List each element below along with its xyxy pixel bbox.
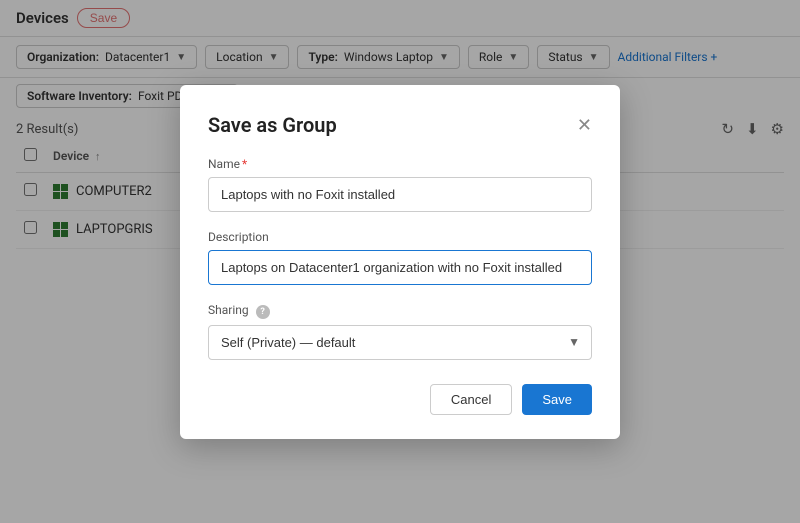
- page-background: Devices Save Organization: Datacenter1 ▼…: [0, 0, 800, 523]
- name-required: *: [242, 157, 247, 171]
- modal-overlay: Save as Group ✕ Name* Description Sharin…: [0, 0, 800, 523]
- sharing-help-icon[interactable]: ?: [256, 305, 270, 319]
- form-group-sharing: Sharing ? Self (Private) — default All U…: [208, 303, 592, 360]
- name-label: Name*: [208, 157, 592, 171]
- modal-footer: Cancel Save: [208, 384, 592, 415]
- save-button[interactable]: Save: [522, 384, 592, 415]
- cancel-button[interactable]: Cancel: [430, 384, 512, 415]
- name-input[interactable]: [208, 177, 592, 212]
- modal-header: Save as Group ✕: [208, 113, 592, 137]
- description-label: Description: [208, 230, 592, 244]
- sharing-label: Sharing ?: [208, 303, 592, 319]
- form-group-name: Name*: [208, 157, 592, 212]
- sharing-select[interactable]: Self (Private) — default All Users Custo…: [208, 325, 592, 360]
- modal-close-button[interactable]: ✕: [577, 116, 592, 134]
- modal-title: Save as Group: [208, 113, 337, 137]
- save-group-modal: Save as Group ✕ Name* Description Sharin…: [180, 85, 620, 439]
- description-input[interactable]: [208, 250, 592, 285]
- form-group-description: Description: [208, 230, 592, 285]
- sharing-select-wrap: Self (Private) — default All Users Custo…: [208, 325, 592, 360]
